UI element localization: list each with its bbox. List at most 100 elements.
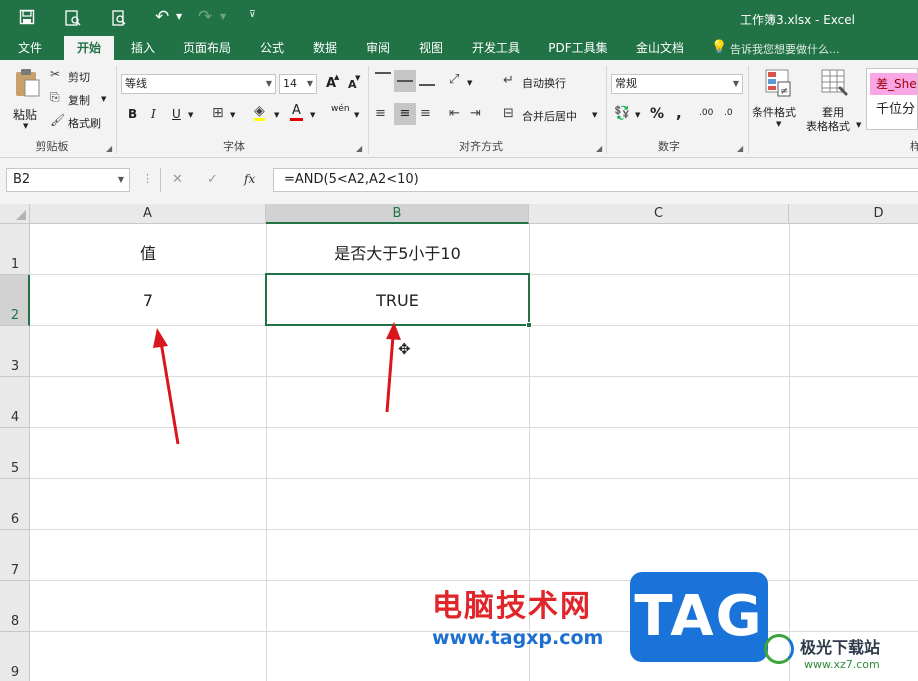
tab-kdocs[interactable]: 金山文档 [629,36,691,60]
enter-icon[interactable]: ✓ [207,172,218,187]
ribbon-home: 粘贴 ▼ ✂ 剪切 ⎘ 复制 ▼ 🖌 格式刷 剪贴板 ◢ 等线 ▼ 14 ▼ A ▲… [0,60,918,158]
cut-button[interactable]: 剪切 [68,69,90,85]
print-icon[interactable] [110,9,128,30]
decrease-indent-icon[interactable]: ⇤ [449,106,460,121]
tab-file[interactable]: 文件 [8,36,52,60]
clipboard-launcher-icon[interactable]: ◢ [106,144,112,153]
shrink-font-icon: ▼ [355,74,361,82]
format-as-table-icon [821,69,848,96]
arrow-head-a2 [153,328,168,348]
merge-dropdown-icon[interactable]: ▼ [592,111,597,119]
style-thousands[interactable]: 千位分 [870,99,917,121]
undo-dropdown-icon[interactable]: ▼ [176,12,182,21]
fill-color-dropdown-icon[interactable]: ▼ [274,111,279,119]
customize-qat-icon[interactable]: ⊽ [249,10,256,20]
increase-indent-icon[interactable]: ⇥ [470,106,481,121]
save-icon[interactable] [18,9,36,27]
arrow-to-b2 [385,335,395,413]
copy-dropdown-icon[interactable]: ▼ [101,95,106,103]
number-group-label: 数字 [658,140,680,153]
comma-button[interactable]: , [676,104,682,122]
formula-bar-grip-icon: ⋮ [142,172,153,185]
font-group-label: 字体 [223,140,245,153]
window-title: 工作簿3.xlsx - Excel [740,13,855,27]
ribbon-tabs: 文件 开始 插入 页面布局 公式 数据 审阅 视图 开发工具 PDF工具集 金山… [0,36,918,60]
underline-button[interactable]: U [172,107,181,121]
paste-button[interactable]: 粘贴 ▼ [6,66,48,132]
worksheet-grid[interactable]: A B C D 1 2 3 4 5 6 7 8 9 值 是否大于5小于10 7 … [0,204,918,681]
format-table-dropdown-icon: ▼ [856,121,862,129]
watermark-site-text: 电脑技术网 [432,589,592,624]
conditional-formatting-button[interactable]: ≠ 条件格式 ▼ [752,66,806,132]
scissors-icon: ✂ [50,67,61,81]
wrap-text-icon: ↵ [503,73,514,88]
align-left-icon[interactable]: ≡ [375,106,386,121]
xz-logo-icon [764,634,794,664]
tab-data[interactable]: 数据 [305,36,345,60]
number-launcher-icon[interactable]: ◢ [737,144,743,153]
name-box[interactable]: B2 ▼ [6,168,130,192]
formula-bar: B2 ▼ ⋮ ✕ ✓ fx =AND(5<A2,A2<10) [0,158,918,204]
wrap-text-button[interactable]: 自动换行 [522,75,566,91]
format-as-table-button[interactable]: 套用 表格格式 ▼ [806,66,864,138]
decrease-decimal-button[interactable]: .0 [724,108,733,118]
cancel-icon[interactable]: ✕ [172,172,183,187]
chevron-down-icon: ▼ [265,79,272,88]
format-painter-icon: 🖌 [50,113,66,127]
arrow-head-b2 [386,322,401,340]
tab-insert[interactable]: 插入 [122,36,164,60]
tab-formulas[interactable]: 公式 [252,36,292,60]
fill-color-icon[interactable]: ◈ [254,104,265,121]
number-format-combo[interactable]: 常规 ▼ [611,74,743,94]
tab-pdf-tools[interactable]: PDF工具集 [543,36,613,60]
undo-icon[interactable]: ↶ [155,7,169,27]
alignment-group-label: 对齐方式 [459,140,503,153]
increase-decimal-button[interactable]: .00 [699,108,713,118]
tell-me-box[interactable]: 告诉我您想要做什么... [730,41,840,57]
copy-button[interactable]: 复制 [68,92,90,108]
formula-input[interactable]: =AND(5<A2,A2<10) [273,168,918,192]
orientation-dropdown-icon[interactable]: ▼ [467,79,472,87]
underline-dropdown-icon[interactable]: ▼ [188,111,193,119]
percent-button[interactable]: % [650,106,664,122]
tab-page-layout[interactable]: 页面布局 [176,36,238,60]
alignment-launcher-icon[interactable]: ◢ [596,144,602,153]
conditional-dropdown-icon: ▼ [776,120,782,128]
bold-button[interactable]: B [128,107,137,121]
phonetic-dropdown-icon[interactable]: ▼ [354,111,359,119]
phonetic-button[interactable]: wén [331,104,350,114]
redo-dropdown-icon[interactable]: ▼ [220,12,226,21]
italic-button[interactable]: I [151,107,156,121]
cell-styles-gallery: 差_She 千位分 [866,68,918,130]
redo-icon[interactable]: ↷ [198,7,212,27]
font-color-button[interactable]: A [290,104,303,121]
merge-center-button[interactable]: 合并后居中 [522,108,577,124]
align-bottom-icon[interactable] [419,72,435,86]
format-painter-button[interactable]: 格式刷 [68,115,101,131]
font-color-dropdown-icon[interactable]: ▼ [310,111,315,119]
borders-dropdown-icon[interactable]: ▼ [230,111,235,119]
font-name-combo[interactable]: 等线 ▼ [121,74,276,94]
svg-text:≠: ≠ [780,86,788,97]
align-top-icon[interactable] [375,72,391,86]
font-size-combo[interactable]: 14 ▼ [279,74,317,94]
tab-home[interactable]: 开始 [64,36,114,60]
orientation-icon[interactable]: ⤢ [449,72,459,87]
tab-review[interactable]: 审阅 [358,36,398,60]
accounting-format-icon[interactable]: 💱 [614,106,630,121]
grow-font-icon: ▲ [334,73,340,81]
align-middle-icon[interactable] [394,70,416,92]
accounting-dropdown-icon[interactable]: ▼ [635,111,640,119]
conditional-formatting-label: 条件格式 [752,106,796,119]
insert-function-icon[interactable]: fx [244,172,255,186]
font-launcher-icon[interactable]: ◢ [356,144,362,153]
style-bad[interactable]: 差_She [870,73,917,95]
borders-icon[interactable]: ⊞ [212,105,224,121]
align-right-icon[interactable]: ≡ [420,106,431,121]
print-preview-icon[interactable] [64,9,82,30]
align-center-icon[interactable]: ≡ [394,103,416,125]
paste-label: 粘贴 [13,108,38,122]
tab-view[interactable]: 视图 [411,36,451,60]
tab-developer[interactable]: 开发工具 [465,36,527,60]
conditional-formatting-icon: ≠ [765,69,791,97]
